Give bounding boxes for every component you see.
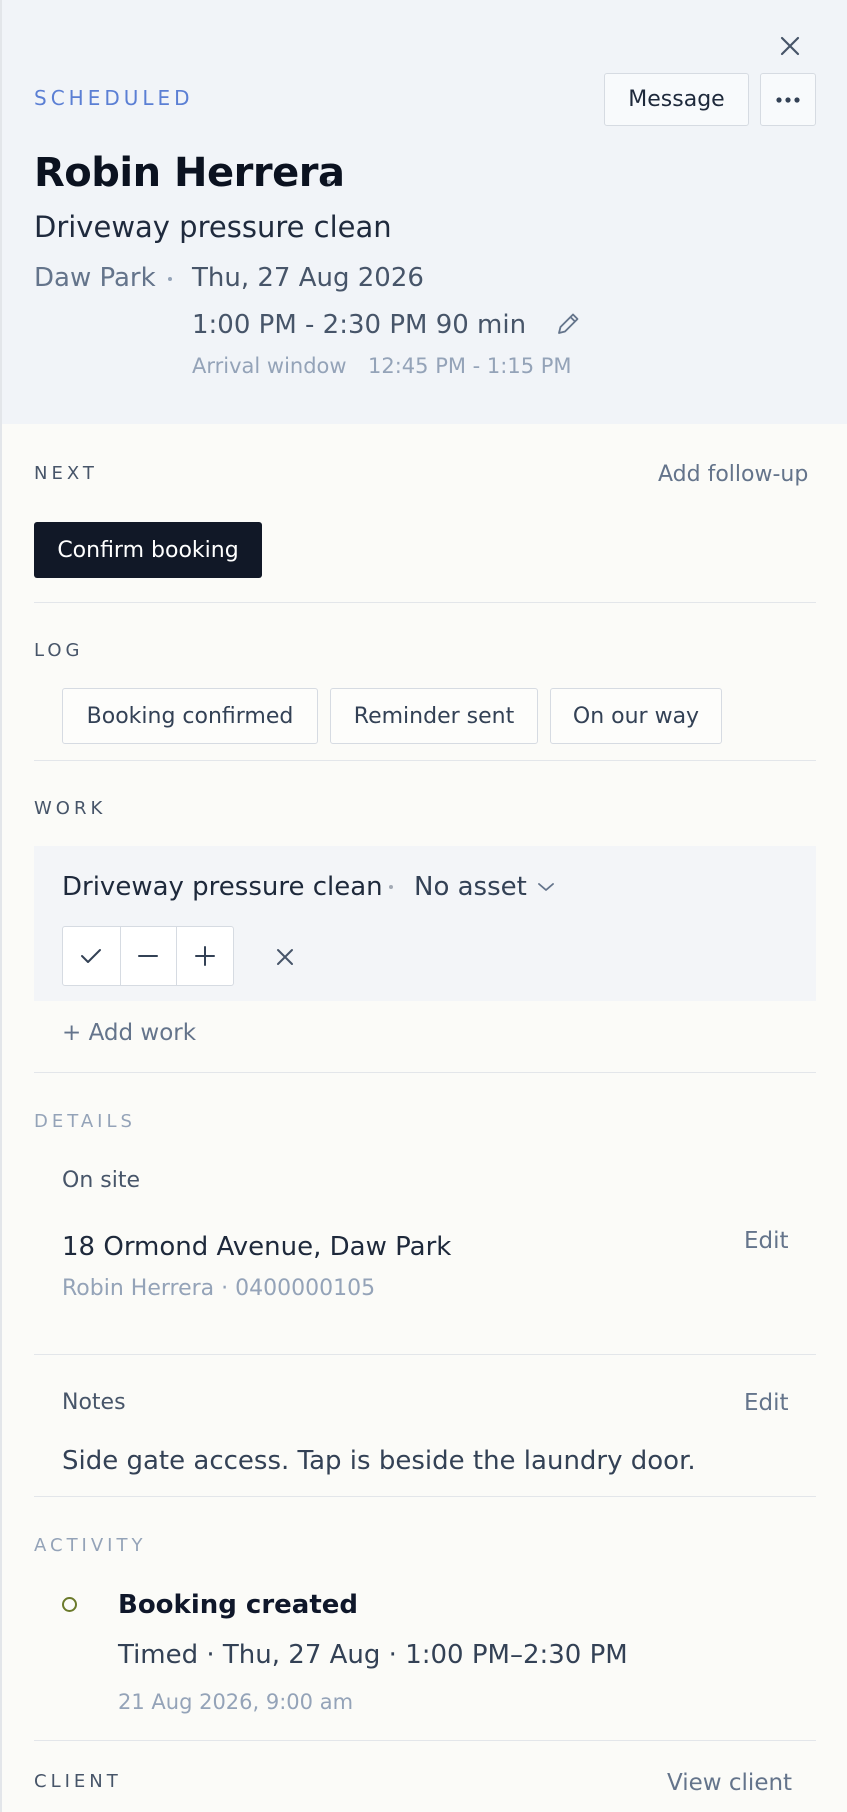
log-on-our-way-button[interactable]: On our way	[550, 688, 722, 744]
complete-work-button[interactable]	[63, 927, 120, 985]
check-icon	[81, 949, 102, 963]
log-reminder-sent-button[interactable]: Reminder sent	[330, 688, 538, 744]
booking-date: Thu, 27 Aug 2026	[192, 263, 424, 293]
arrival-window-label: Arrival window	[192, 354, 347, 378]
edit-site-link[interactable]: Edit	[744, 1228, 789, 1254]
arrival-window-value: 12:45 PM - 1:15 PM	[368, 354, 572, 378]
on-site-label: On site	[62, 1168, 140, 1193]
confirm-booking-button[interactable]: Confirm booking	[34, 522, 262, 578]
view-client-link[interactable]: View client	[667, 1770, 792, 1796]
suburb-label: Daw Park	[34, 263, 156, 293]
close-icon	[780, 36, 800, 56]
work-heading: WORK	[34, 798, 107, 819]
more-horizontal-icon	[776, 96, 800, 103]
log-heading: LOG	[34, 640, 84, 661]
status-label: SCHEDULED	[34, 86, 194, 110]
add-work-link[interactable]: + Add work	[62, 1020, 196, 1046]
message-button[interactable]: Message	[604, 73, 749, 126]
activity-heading: ACTIVITY	[34, 1535, 147, 1556]
close-icon	[277, 949, 293, 965]
remove-work-button[interactable]	[268, 940, 302, 974]
details-heading: DETAILS	[34, 1111, 136, 1132]
notes-text: Side gate access. Tap is beside the laun…	[62, 1446, 696, 1476]
decrease-button[interactable]	[119, 927, 177, 985]
increase-button[interactable]	[176, 927, 233, 985]
divider	[34, 760, 816, 761]
client-name: Robin Herrera	[34, 150, 345, 196]
booking-time: 1:00 PM - 2:30 PM 90 min	[192, 310, 527, 340]
asset-select-value: No asset	[414, 872, 527, 902]
divider	[34, 602, 816, 603]
activity-description: Timed · Thu, 27 Aug · 1:00 PM–2:30 PM	[118, 1640, 628, 1670]
site-contact: Robin Herrera · 0400000105	[62, 1276, 376, 1301]
divider	[34, 1354, 816, 1355]
activity-title: Booking created	[118, 1590, 359, 1620]
divider	[34, 1072, 816, 1073]
divider	[34, 1740, 816, 1741]
work-quantity-stepper	[62, 926, 234, 986]
add-follow-up-link[interactable]: Add follow-up	[658, 462, 808, 487]
log-booking-confirmed-button[interactable]: Booking confirmed	[62, 688, 318, 744]
notes-label: Notes	[62, 1390, 126, 1415]
minus-icon	[138, 955, 159, 957]
activity-timestamp: 21 Aug 2026, 9:00 am	[118, 1690, 354, 1714]
client-heading: CLIENT	[34, 1771, 122, 1792]
close-button[interactable]	[772, 28, 808, 64]
activity-marker-icon	[62, 1597, 77, 1612]
pencil-icon	[558, 313, 579, 334]
plus-icon	[195, 946, 216, 966]
site-address: 18 Ormond Avenue, Daw Park	[62, 1232, 452, 1262]
work-item-title: Driveway pressure clean	[62, 872, 383, 902]
name-separator-dot	[327, 180, 331, 184]
edit-time-button[interactable]	[553, 309, 583, 339]
asset-select[interactable]: No asset	[414, 872, 555, 902]
divider	[34, 1496, 816, 1497]
work-separator-dot	[389, 885, 393, 889]
edit-notes-link[interactable]: Edit	[744, 1390, 789, 1416]
separator-dot	[168, 277, 172, 281]
more-options-button[interactable]	[760, 73, 816, 126]
service-title: Driveway pressure clean	[34, 210, 392, 244]
booking-header: SCHEDULED Message Robin Herrera Driveway…	[2, 0, 847, 424]
chevron-down-icon	[537, 883, 554, 891]
next-heading: NEXT	[34, 463, 98, 484]
